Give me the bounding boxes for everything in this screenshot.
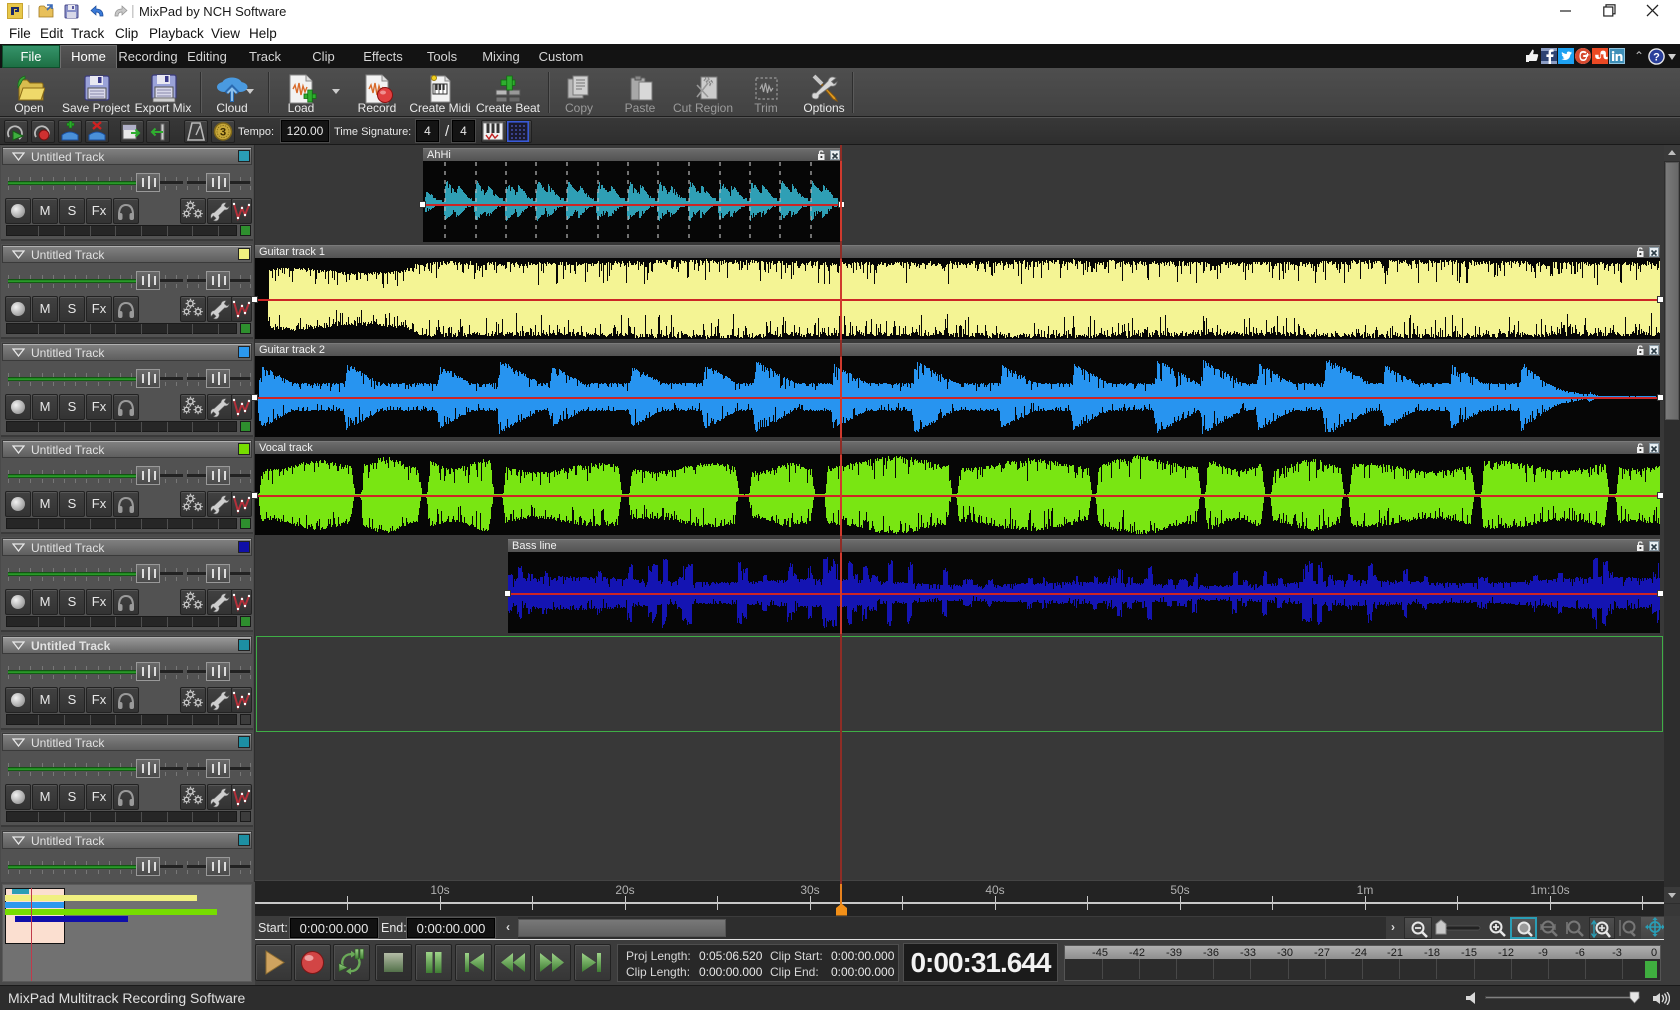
svg-text:?: ? <box>1653 51 1660 63</box>
svg-text:3: 3 <box>220 127 226 139</box>
